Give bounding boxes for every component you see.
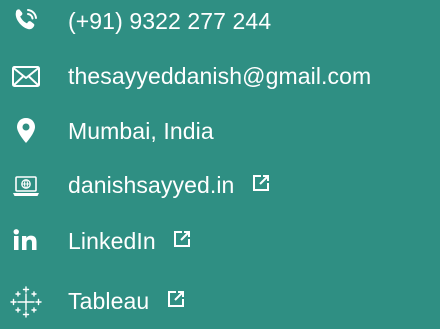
tableau-icon (8, 284, 44, 320)
linkedin-text[interactable]: LinkedIn (68, 228, 156, 254)
contact-tableau-row[interactable]: Tableau (0, 282, 440, 322)
website-text[interactable]: danishsayyed.in (68, 172, 234, 198)
laptop-globe-icon (8, 168, 44, 204)
phone-icon (8, 3, 44, 39)
location-pin-icon (8, 113, 44, 149)
tableau-link[interactable]: Tableau (68, 281, 186, 323)
mail-icon (8, 58, 44, 94)
location-text: Mumbai, India (68, 118, 214, 144)
contact-email-row[interactable]: thesayyeddanish@gmail.com (0, 56, 440, 96)
contact-website-row[interactable]: danishsayyed.in (0, 166, 440, 206)
website-link[interactable]: danishsayyed.in (68, 165, 271, 207)
linkedin-icon (8, 224, 44, 260)
email-address[interactable]: thesayyeddanish@gmail.com (68, 56, 371, 96)
contact-phone-row: (+91) 9322 277 244 (0, 1, 440, 41)
external-link-icon[interactable] (251, 165, 271, 205)
linkedin-link[interactable]: LinkedIn (68, 221, 192, 263)
external-link-icon[interactable] (166, 281, 186, 321)
contact-location-row: Mumbai, India (0, 111, 440, 151)
phone-number: (+91) 9322 277 244 (68, 8, 272, 34)
contact-linkedin-row[interactable]: LinkedIn (0, 222, 440, 262)
tableau-text[interactable]: Tableau (68, 288, 149, 314)
external-link-icon[interactable] (172, 221, 192, 261)
